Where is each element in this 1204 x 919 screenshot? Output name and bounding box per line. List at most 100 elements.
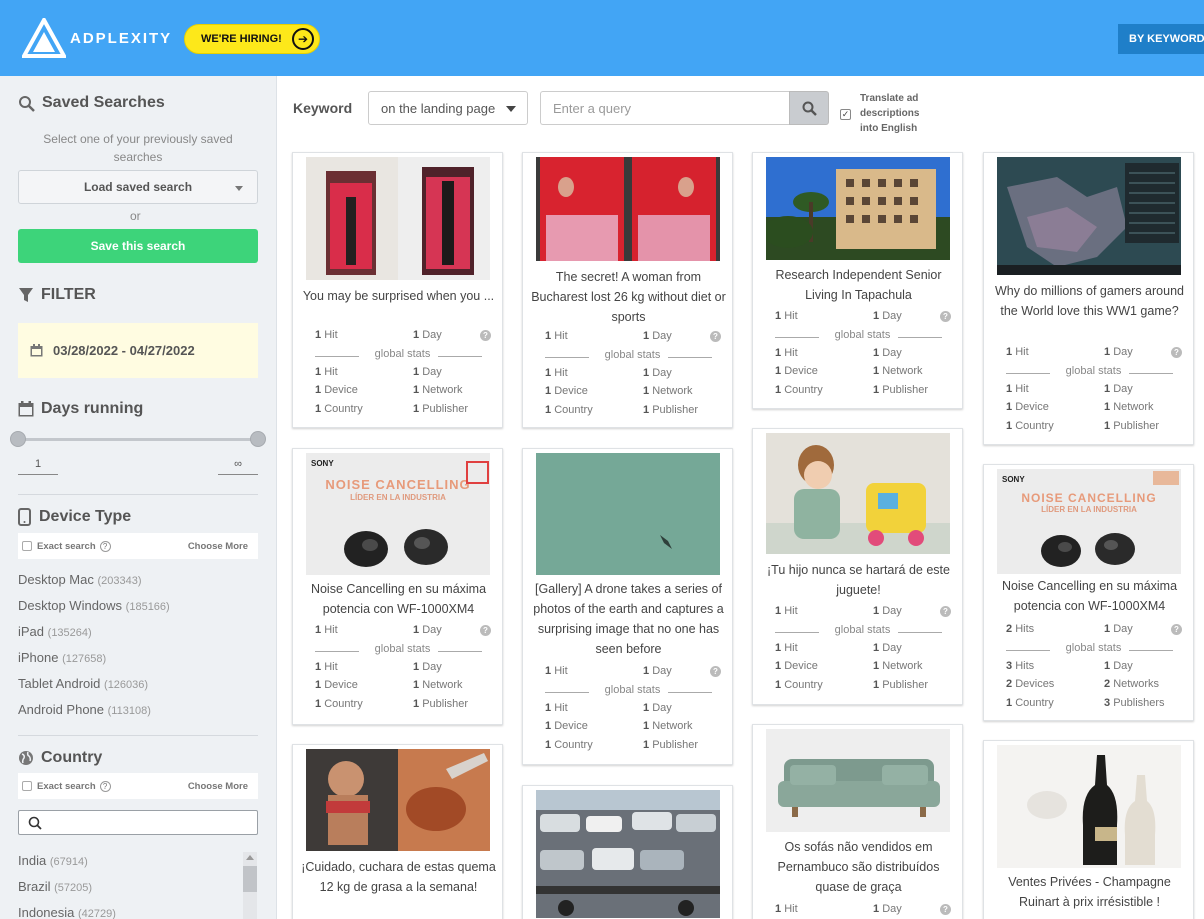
by-keyword-button[interactable]: BY KEYWORD: [1118, 24, 1204, 54]
ad-title[interactable]: [Gallery] A drone takes a series of phot…: [531, 579, 726, 659]
search-button[interactable]: [789, 91, 829, 125]
ad-title[interactable]: Noise Cancelling en su máxima potencia c…: [301, 579, 496, 619]
info-icon[interactable]: ?: [940, 606, 951, 617]
ad-title[interactable]: You may be surprised when you ...: [301, 286, 496, 306]
hit-label: Hit: [784, 641, 798, 654]
ad-thumbnail[interactable]: [306, 157, 490, 280]
global-day-count: 1: [873, 346, 880, 359]
device-item[interactable]: iPhone (127658): [18, 650, 106, 665]
network-label: Network: [422, 679, 463, 691]
publisher-count: 1: [873, 383, 880, 396]
load-saved-search-dropdown[interactable]: Load saved search: [18, 170, 258, 204]
ad-card[interactable]: ¡Tu hijo nunca se hartará de este juguet…: [752, 428, 963, 705]
country-count: 1: [775, 678, 782, 691]
ad-title[interactable]: Os sofás não vendidos em Pernambuco são …: [761, 837, 956, 897]
ad-thumbnail[interactable]: [536, 157, 720, 261]
ad-card[interactable]: [Gallery] A drone takes a series of phot…: [522, 448, 733, 765]
adplexity-logo-icon[interactable]: [22, 18, 66, 58]
hit-label: Hit: [784, 903, 798, 915]
slider-max-handle[interactable]: [250, 431, 266, 447]
country-label: Country: [784, 383, 823, 396]
ad-title[interactable]: The secret! A woman from Bucharest lost …: [531, 267, 726, 327]
ad-card[interactable]: SONY NOISE CANCELLING LÍDER EN LA INDUST…: [292, 448, 503, 725]
keyword-scope-select[interactable]: on the landing page: [368, 91, 528, 125]
ad-thumbnail[interactable]: [766, 433, 950, 554]
country-list-scrollbar[interactable]: [243, 852, 257, 919]
day-label: Day: [882, 346, 902, 359]
ad-thumbnail[interactable]: SONY NOISE CANCELLING LÍDER EN LA INDUST…: [306, 453, 490, 575]
country-item[interactable]: India (67914): [18, 853, 88, 868]
ad-thumbnail[interactable]: [997, 745, 1181, 868]
device-item-count: (185166): [125, 601, 170, 613]
hit-label: Hit: [554, 701, 568, 714]
days-running-slider[interactable]: [18, 438, 258, 441]
device-item[interactable]: Tablet Android (126036): [18, 676, 148, 691]
ad-card[interactable]: Research Independent Senior Living In Ta…: [752, 152, 963, 409]
ad-card[interactable]: [522, 785, 733, 919]
global-stats-label: global stats: [1006, 365, 1181, 383]
scroll-up-icon[interactable]: [246, 855, 254, 860]
ad-thumbnail[interactable]: [536, 790, 720, 918]
exact-search-checkbox[interactable]: [22, 541, 32, 551]
ad-card[interactable]: You may be surprised when you ... 1 Hit 1…: [292, 152, 503, 428]
choose-more-link[interactable]: Choose More: [188, 781, 248, 792]
ad-card[interactable]: Os sofás não vendidos em Pernambuco são …: [752, 724, 963, 919]
country-item-count: (57205): [54, 882, 93, 894]
info-icon[interactable]: ?: [940, 311, 951, 322]
global-day-count: 1: [413, 660, 420, 673]
ad-title[interactable]: ¡Tu hijo nunca se hartará de este juguet…: [761, 560, 956, 600]
choose-more-link[interactable]: Choose More: [188, 541, 248, 552]
info-icon[interactable]: ?: [1171, 347, 1182, 358]
info-icon[interactable]: ?: [480, 625, 491, 636]
info-icon[interactable]: ?: [1171, 624, 1182, 635]
ad-card[interactable]: Ventes Privées - Champagne Ruinart à pri…: [983, 740, 1194, 919]
country-search-input[interactable]: [18, 810, 258, 835]
ad-thumbnail[interactable]: [766, 729, 950, 832]
device-item[interactable]: Android Phone (113108): [18, 702, 151, 717]
global-hit-count: 1: [315, 660, 322, 673]
country-item[interactable]: Brazil (57205): [18, 879, 92, 894]
ad-thumbnail[interactable]: [766, 157, 950, 260]
device-item[interactable]: Desktop Windows (185166): [18, 598, 170, 613]
ad-title[interactable]: Why do millions of gamers around the Wor…: [992, 281, 1187, 321]
date-range-picker[interactable]: 03/28/2022 - 04/27/2022: [18, 323, 258, 378]
query-input[interactable]: [540, 91, 790, 125]
save-search-button[interactable]: Save this search: [18, 229, 258, 263]
scroll-thumb[interactable]: [243, 866, 257, 892]
ad-thumbnail[interactable]: [306, 749, 490, 851]
ad-card[interactable]: Why do millions of gamers around the Wor…: [983, 152, 1194, 445]
ad-title[interactable]: Noise Cancelling en su máxima potencia c…: [992, 576, 1187, 616]
day-count: 1: [873, 903, 880, 915]
hit-label: Hit: [554, 330, 568, 342]
info-icon[interactable]: ?: [710, 331, 721, 342]
ad-title[interactable]: Research Independent Senior Living In Ta…: [761, 265, 956, 305]
info-icon[interactable]: ?: [710, 666, 721, 677]
ad-card[interactable]: ¡Cuidado, cuchara de estas quema 12 kg d…: [292, 744, 503, 919]
global-hit-count: 1: [775, 641, 782, 654]
ad-title[interactable]: Ventes Privées - Champagne Ruinart à pri…: [992, 872, 1187, 912]
country-item[interactable]: Indonesia (42729): [18, 905, 116, 919]
exact-search-checkbox[interactable]: [22, 781, 32, 791]
ad-card[interactable]: The secret! A woman from Bucharest lost …: [522, 152, 733, 428]
info-icon[interactable]: ?: [480, 330, 491, 341]
days-max-input[interactable]: ∞: [218, 458, 258, 475]
ad-thumbnail[interactable]: [536, 453, 720, 575]
slider-min-handle[interactable]: [10, 431, 26, 447]
translate-checkbox[interactable]: ✓: [840, 109, 851, 120]
info-icon[interactable]: ?: [940, 904, 951, 915]
logo-text[interactable]: ADPLEXITY: [70, 30, 172, 47]
device-item[interactable]: iPad (135264): [18, 624, 92, 639]
hiring-button[interactable]: WE'RE HIRING! ➔: [184, 24, 320, 54]
global-day-count: 1: [873, 641, 880, 654]
device-item[interactable]: Desktop Mac (203343): [18, 572, 142, 587]
ad-title[interactable]: ¡Cuidado, cuchara de estas quema 12 kg d…: [301, 857, 496, 897]
ad-card[interactable]: SONY NOISE CANCELLING LÍDER EN LA INDUST…: [983, 464, 1194, 721]
country-label: Country: [554, 403, 593, 416]
network-count: 1: [413, 384, 420, 396]
help-icon[interactable]: ?: [99, 780, 111, 792]
ad-thumbnail[interactable]: SONY NOISE CANCELLING LÍDER EN LA INDUST…: [997, 469, 1181, 574]
help-icon[interactable]: ?: [99, 540, 111, 552]
network-count: 1: [643, 385, 650, 397]
ad-thumbnail[interactable]: [997, 157, 1181, 275]
days-min-input[interactable]: 1: [18, 458, 58, 475]
